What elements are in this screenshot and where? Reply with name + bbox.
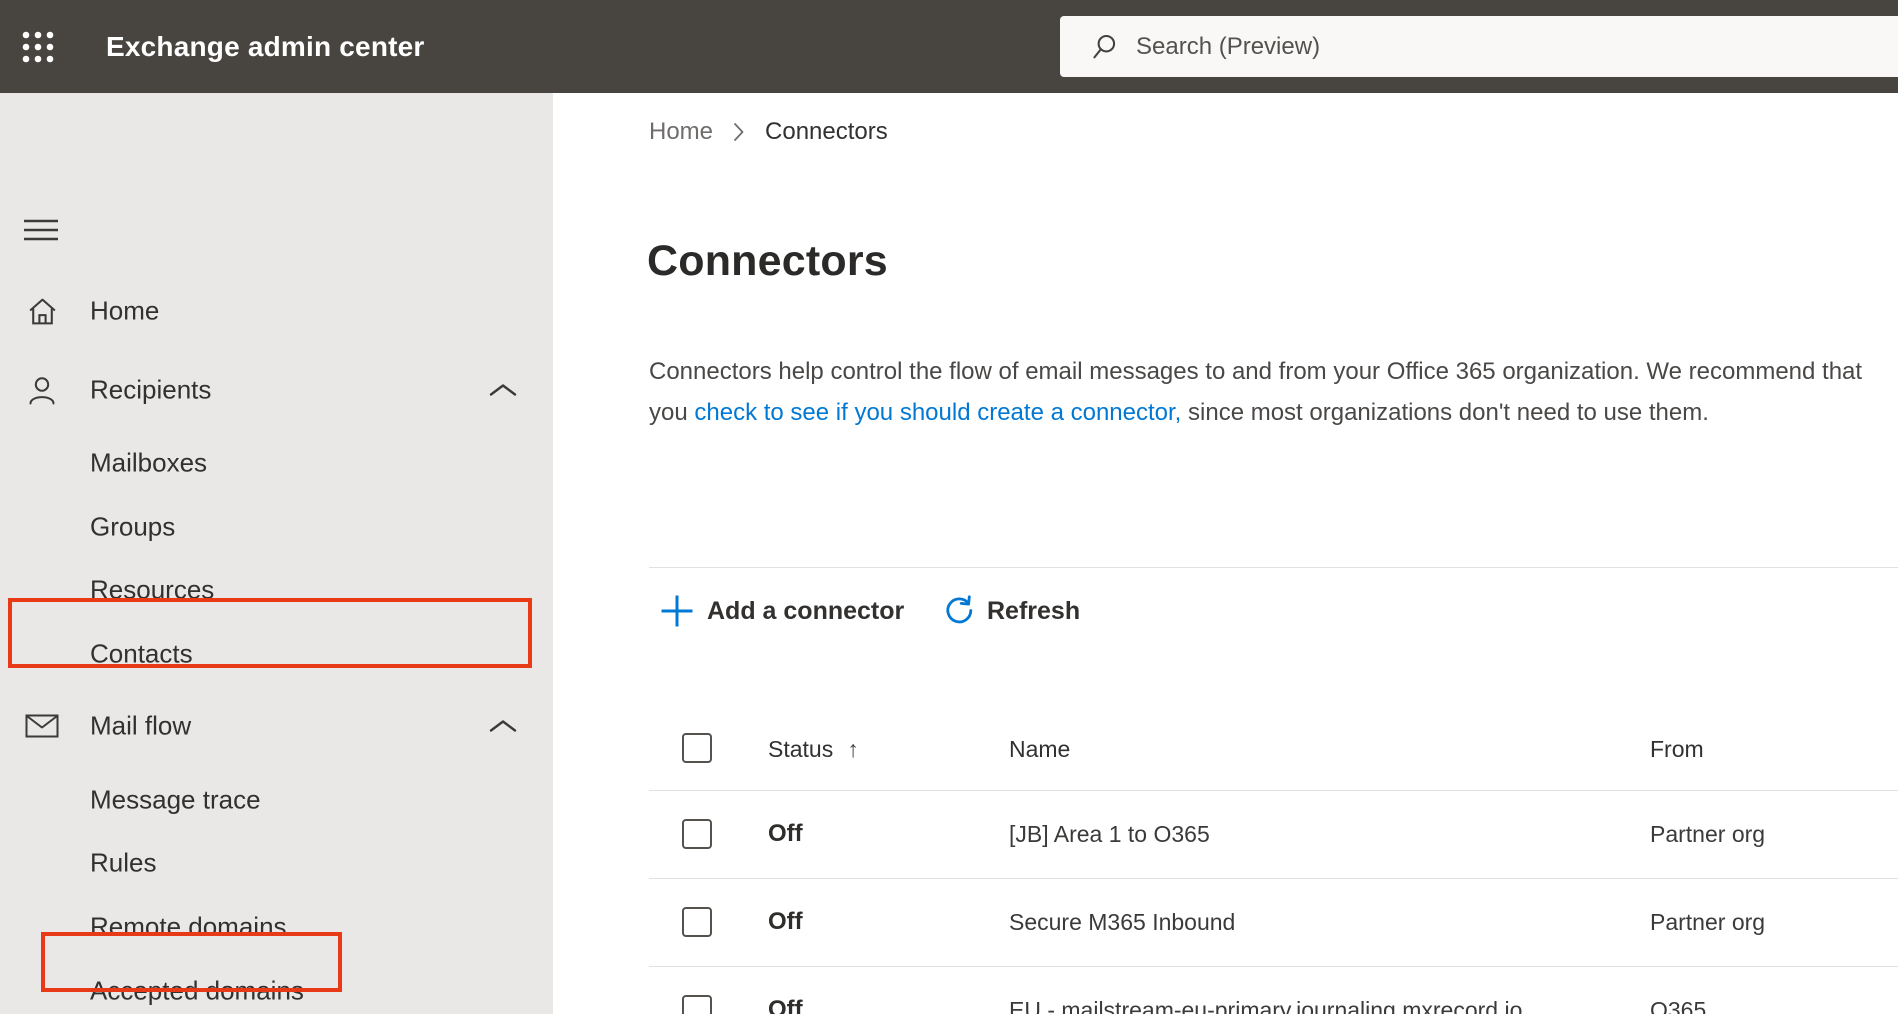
sidebar-item-label: Mail flow — [90, 710, 192, 741]
breadcrumb-chevron-icon — [734, 123, 744, 141]
refresh-icon — [946, 595, 973, 624]
sidebar-item-contacts[interactable]: Contacts — [0, 622, 553, 686]
app-launcher-button[interactable] — [20, 28, 58, 66]
refresh-button[interactable]: Refresh — [941, 589, 1080, 633]
sidebar-item-remote-domains[interactable]: Remote domains — [0, 895, 553, 959]
sidebar-item-label: Accepted domains — [90, 975, 304, 1006]
sidebar-item-label: Rules — [90, 847, 157, 878]
column-header-from[interactable]: From — [1650, 734, 1704, 764]
mail-icon — [24, 710, 60, 742]
sidebar-nav: Home Recipients Mailboxes Groups Resourc… — [0, 93, 553, 1014]
app-title: Exchange admin center — [106, 31, 425, 62]
main-content: Home Connectors Connectors Connectors he… — [553, 93, 1898, 1014]
exchange-admin-center: Exchange admin center Search (Preview) H… — [0, 0, 1898, 1014]
breadcrumb: Home Connectors — [649, 116, 888, 148]
header-divider — [649, 790, 1898, 791]
row-status: Off — [768, 996, 803, 1014]
sidebar-item-resources[interactable]: Resources — [0, 558, 553, 622]
sidebar-item-label: Remote domains — [90, 911, 287, 942]
chevron-up-icon — [489, 383, 517, 397]
toolbar-divider — [649, 567, 1898, 568]
row-divider — [649, 878, 1898, 879]
row-from: Partner org — [1650, 821, 1766, 847]
sidebar-item-mailboxes[interactable]: Mailboxes — [0, 431, 553, 495]
row-status: Off — [768, 820, 803, 847]
row-status: Off — [768, 908, 803, 935]
row-name[interactable]: Secure M365 Inbound — [1009, 907, 1235, 937]
person-icon — [24, 374, 60, 406]
home-icon — [24, 295, 60, 327]
sidebar-item-groups[interactable]: Groups — [0, 495, 553, 559]
add-connector-button[interactable]: Add a connector — [659, 589, 904, 633]
breadcrumb-home-link[interactable]: Home — [649, 118, 713, 146]
row-checkbox[interactable] — [682, 995, 712, 1014]
row-name[interactable]: [JB] Area 1 to O365 — [1009, 819, 1210, 849]
sidebar-item-rules[interactable]: Rules — [0, 831, 553, 895]
column-header-status[interactable]: Status ↑ — [768, 734, 859, 764]
sidebar-item-label: Recipients — [90, 374, 212, 405]
page-description: Connectors help control the flow of emai… — [649, 351, 1867, 433]
sidebar-item-label: Resources — [90, 574, 215, 605]
sort-ascending-icon: ↑ — [847, 736, 859, 762]
page-title: Connectors — [647, 237, 888, 285]
sidebar-item-accepted-domains[interactable]: Accepted domains — [0, 959, 553, 1014]
waffle-icon — [22, 31, 54, 63]
row-from: O365 — [1650, 997, 1707, 1014]
sidebar-item-home[interactable]: Home — [0, 279, 553, 343]
description-text: since most organizations don't need to u… — [1181, 399, 1709, 426]
search-box[interactable] — [1060, 16, 1898, 77]
plus-icon — [661, 595, 693, 627]
breadcrumb-current: Connectors — [765, 118, 888, 145]
topbar: Exchange admin center — [0, 0, 1898, 93]
sidebar-item-label: Home — [90, 295, 160, 326]
row-name[interactable]: EU - mailstream-eu-primary.journaling.mx… — [1009, 995, 1522, 1014]
sidebar-item-label: Message trace — [90, 784, 261, 815]
sidebar-item-recipients[interactable]: Recipients — [0, 358, 553, 422]
sidebar-item-label: Contacts — [90, 638, 193, 669]
select-all-checkbox[interactable] — [682, 733, 712, 763]
hamburger-icon — [24, 219, 58, 241]
sidebar-item-message-trace[interactable]: Message trace — [0, 768, 553, 832]
sidebar-item-label: Groups — [90, 511, 176, 542]
chevron-up-icon — [489, 719, 517, 733]
nav-collapse-button[interactable] — [23, 218, 59, 242]
row-divider — [649, 966, 1898, 967]
create-connector-check-link[interactable]: check to see if you should create a conn… — [694, 399, 1181, 426]
sidebar-item-mail-flow[interactable]: Mail flow — [0, 694, 553, 758]
search-input[interactable] — [1120, 16, 1898, 77]
sidebar-item-label: Mailboxes — [90, 447, 208, 478]
row-from: Partner org — [1650, 909, 1766, 935]
column-header-name[interactable]: Name — [1009, 734, 1070, 764]
row-checkbox[interactable] — [682, 907, 712, 937]
search-icon — [1093, 34, 1116, 58]
row-checkbox[interactable] — [682, 819, 712, 849]
